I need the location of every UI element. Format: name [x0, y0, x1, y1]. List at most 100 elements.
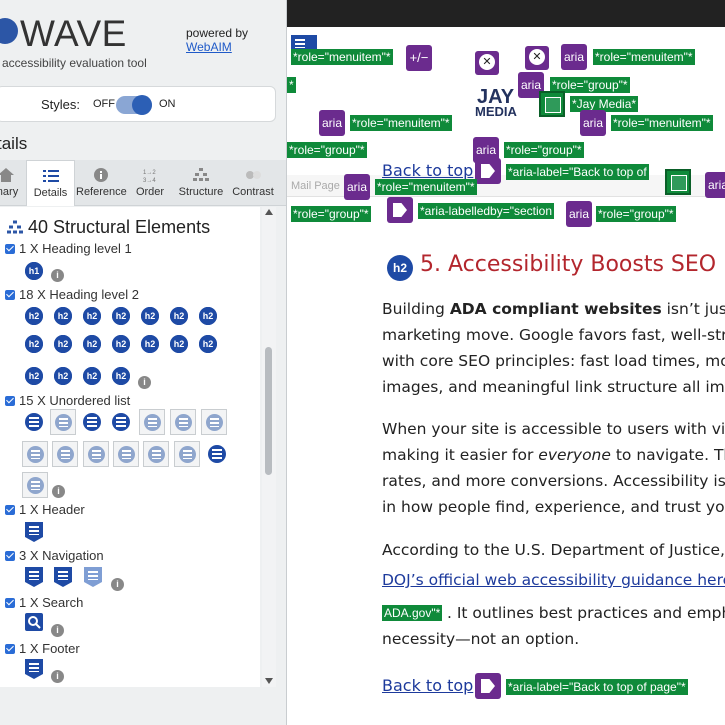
aria-tag-role-menuitem[interactable]: *role="menuitem"* — [593, 49, 695, 65]
aria-labelledby-tag[interactable]: *aria-labelledby="section — [418, 203, 555, 219]
aria-tag-role-menuitem[interactable]: *role="menuitem"* — [375, 179, 477, 195]
unordered-list-icon[interactable] — [22, 441, 48, 467]
unordered-list-icon[interactable] — [83, 441, 109, 467]
group-heading-1[interactable]: 1 X Heading level 1 — [5, 241, 132, 256]
checkbox[interactable] — [5, 290, 15, 300]
aria-tag-role-group[interactable]: *role="group"* — [596, 206, 676, 222]
details-scrollbar[interactable] — [262, 207, 276, 687]
checkbox[interactable] — [5, 551, 15, 561]
aria-icon[interactable]: aria — [561, 44, 587, 70]
group-unordered-list[interactable]: 15 X Unordered list — [5, 393, 130, 408]
unordered-list-icon[interactable] — [112, 413, 130, 431]
footer-icon[interactable] — [25, 659, 43, 679]
unordered-list-icon[interactable] — [208, 445, 226, 463]
unordered-list-icon[interactable] — [83, 413, 101, 431]
tab-summary[interactable]: mary — [0, 160, 26, 206]
h1-icon[interactable]: h1 — [25, 262, 43, 280]
header-icon[interactable] — [25, 522, 43, 542]
error-x-icon[interactable] — [525, 46, 549, 70]
tab-contrast[interactable]: Contrast — [230, 160, 276, 206]
aria-tag-role-group[interactable]: *role="group"* — [291, 206, 371, 222]
tab-order[interactable]: 1→2 3→4 Order — [128, 160, 172, 206]
aria-tag-role-menuitem[interactable]: *role="menuitem"* — [611, 115, 713, 131]
back-to-top-link[interactable]: Back to top — [382, 161, 473, 180]
aria-label-tag-icon[interactable] — [475, 673, 501, 699]
scroll-down-icon[interactable] — [265, 678, 273, 684]
aria-tag-star[interactable]: * — [287, 77, 296, 93]
info-icon[interactable]: i — [51, 624, 64, 637]
unordered-list-icon[interactable] — [170, 409, 196, 435]
h2-icon[interactable]: h2 — [83, 335, 101, 353]
h2-icon[interactable]: h2 — [54, 335, 72, 353]
h2-icon[interactable]: h2 — [141, 335, 159, 353]
info-icon[interactable]: i — [138, 376, 151, 389]
h2-icon[interactable]: h2 — [112, 367, 130, 385]
aria-icon[interactable]: aria — [319, 110, 345, 136]
jay-media-logo-sub[interactable]: MEDIA — [475, 104, 517, 119]
error-x-icon[interactable] — [475, 51, 499, 75]
aria-icon[interactable]: aria — [705, 172, 725, 198]
unordered-list-icon[interactable] — [174, 441, 200, 467]
info-icon[interactable]: i — [52, 485, 65, 498]
h2-icon[interactable]: h2 — [112, 307, 130, 325]
link-title-tag[interactable]: ADA.gov"* — [382, 605, 443, 621]
info-icon[interactable]: i — [111, 578, 124, 591]
h2-icon[interactable]: h2 — [25, 335, 43, 353]
h2-icon[interactable]: h2 — [170, 335, 188, 353]
h2-icon[interactable]: h2 — [83, 307, 101, 325]
unordered-list-icon[interactable] — [201, 409, 227, 435]
navigation-icon[interactable] — [25, 567, 43, 587]
unordered-list-icon[interactable] — [139, 409, 165, 435]
checkbox[interactable] — [5, 505, 15, 515]
doj-guidance-link[interactable]: DOJ’s official web accessibility guidanc… — [382, 567, 725, 593]
navigation-icon[interactable] — [84, 567, 102, 587]
aria-label-tag-icon[interactable] — [387, 197, 413, 223]
h2-icon[interactable]: h2 — [141, 307, 159, 325]
search-icon[interactable] — [25, 613, 43, 631]
h2-icon[interactable]: h2 — [25, 307, 43, 325]
scrollbar-thumb[interactable] — [265, 347, 272, 475]
scroll-up-icon[interactable] — [265, 209, 273, 215]
group-header[interactable]: 1 X Header — [5, 502, 85, 517]
h2-icon[interactable]: h2 — [54, 307, 72, 325]
aria-icon[interactable]: aria — [344, 174, 370, 200]
tab-reference[interactable]: Reference — [76, 160, 127, 206]
aria-icon[interactable]: aria — [566, 201, 592, 227]
info-icon[interactable]: i — [51, 670, 64, 683]
styles-toggle[interactable] — [116, 95, 152, 115]
aria-label-tag-icon[interactable] — [475, 158, 501, 184]
checkbox[interactable] — [5, 244, 15, 254]
h2-icon[interactable]: h2 — [25, 367, 43, 385]
h2-icon[interactable]: h2 — [54, 367, 72, 385]
aria-label-back-to-top[interactable]: *aria-label="Back to top of — [506, 164, 649, 180]
unordered-list-icon[interactable] — [22, 472, 48, 498]
group-heading-2[interactable]: 18 X Heading level 2 — [5, 287, 139, 302]
aria-icon[interactable]: aria — [580, 110, 606, 136]
aria-tag-role-menuitem[interactable]: *role="menuitem"* — [350, 115, 452, 131]
image-alt-icon[interactable] — [665, 169, 691, 195]
unordered-list-icon[interactable] — [25, 413, 43, 431]
checkbox[interactable] — [5, 644, 15, 654]
aria-tag-role-group[interactable]: *role="group"* — [504, 142, 584, 158]
back-to-top-link[interactable]: Back to top — [382, 676, 473, 695]
unordered-list-icon[interactable] — [113, 441, 139, 467]
checkbox[interactable] — [5, 598, 15, 608]
unordered-list-icon[interactable] — [50, 409, 76, 435]
image-alt-icon[interactable] — [539, 91, 565, 117]
h2-icon[interactable]: h2 — [83, 367, 101, 385]
checkbox[interactable] — [5, 396, 15, 406]
tab-details[interactable]: Details — [26, 160, 75, 206]
info-icon[interactable]: i — [51, 269, 64, 282]
h2-icon[interactable]: h2 — [170, 307, 188, 325]
group-footer[interactable]: 1 X Footer — [5, 641, 80, 656]
group-search[interactable]: 1 X Search — [5, 595, 83, 610]
webaim-link[interactable]: WebAIM — [186, 40, 248, 54]
h2-icon[interactable]: h2 — [199, 307, 217, 325]
plus-minus-button[interactable]: +/− — [406, 45, 432, 71]
aria-tag-role-group[interactable]: *role="group"* — [287, 142, 367, 158]
navigation-icon[interactable] — [54, 567, 72, 587]
aria-label-back-to-top-page[interactable]: *aria-label="Back to top of page"* — [506, 679, 688, 695]
unordered-list-icon[interactable] — [143, 441, 169, 467]
unordered-list-icon[interactable] — [52, 441, 78, 467]
h2-icon[interactable]: h2 — [199, 335, 217, 353]
